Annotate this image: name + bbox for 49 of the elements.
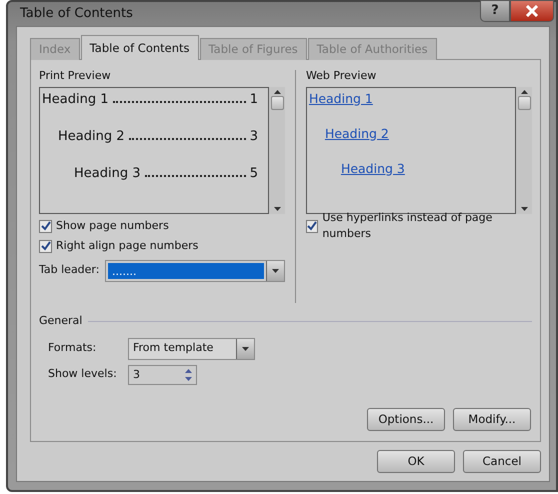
checkbox-label[interactable]: Use hyperlinks instead of page numbers xyxy=(322,210,532,242)
checkbox-label[interactable]: Show page numbers xyxy=(56,218,169,234)
up-arrow-icon xyxy=(520,90,528,94)
levels-spinner[interactable]: 3 xyxy=(128,364,197,384)
dialog-button[interactable]: Modify... xyxy=(453,408,531,431)
checkbox[interactable] xyxy=(39,240,52,252)
page-number: 1 xyxy=(250,90,258,108)
checkbox[interactable] xyxy=(306,220,318,232)
checkbox[interactable] xyxy=(39,220,52,232)
heading-link[interactable]: Heading 1 xyxy=(308,90,373,124)
tab-leader-dropdown[interactable]: ....... xyxy=(105,260,285,282)
scroll-thumb[interactable] xyxy=(518,96,530,110)
spinner-value: 3 xyxy=(133,368,140,380)
scrollbar[interactable] xyxy=(516,86,532,214)
heading-link[interactable]: Heading 3 xyxy=(340,160,405,194)
check-icon xyxy=(307,221,318,231)
window-title: Table of Contents xyxy=(20,5,133,24)
dialog-button[interactable]: Cancel xyxy=(463,450,541,473)
toc-heading: Heading 2 xyxy=(58,128,124,146)
group-label: General xyxy=(39,313,82,329)
toc-heading: Heading 3 xyxy=(74,164,140,182)
caret-icon xyxy=(272,268,279,272)
scrollbar[interactable] xyxy=(269,86,285,214)
down-arrow-icon xyxy=(184,376,192,380)
checkbox-label[interactable]: Right align page numbers xyxy=(56,238,198,254)
toc-heading: Heading 1 xyxy=(42,90,108,108)
page-number: 5 xyxy=(250,164,258,182)
down-arrow-icon xyxy=(274,206,280,210)
section-label: Web Preview xyxy=(306,68,378,84)
page-number: 3 xyxy=(250,128,258,146)
down-arrow-icon xyxy=(520,206,528,210)
close-button[interactable] xyxy=(510,0,554,22)
dialog-button[interactable]: OK xyxy=(377,450,455,473)
field-label: Tab leader: xyxy=(39,262,100,278)
field-label: Formats: xyxy=(48,340,98,356)
up-arrow-icon xyxy=(184,368,192,372)
tab[interactable]: Table of Contents xyxy=(80,34,199,60)
up-arrow-icon xyxy=(274,90,280,94)
dropdown-value: From template xyxy=(133,340,214,354)
section-label: Print Preview xyxy=(39,68,112,84)
field-label: Show levels: xyxy=(48,366,118,382)
heading-link[interactable]: Heading 2 xyxy=(324,124,389,160)
close-icon xyxy=(525,5,539,17)
dialog-button[interactable]: Options... xyxy=(367,408,445,431)
dropdown-value: ....... xyxy=(112,264,136,278)
help-button[interactable]: ? xyxy=(480,0,510,22)
scroll-thumb[interactable] xyxy=(270,96,284,110)
caret-icon xyxy=(242,346,249,350)
formats-dropdown[interactable]: From template xyxy=(128,338,255,360)
